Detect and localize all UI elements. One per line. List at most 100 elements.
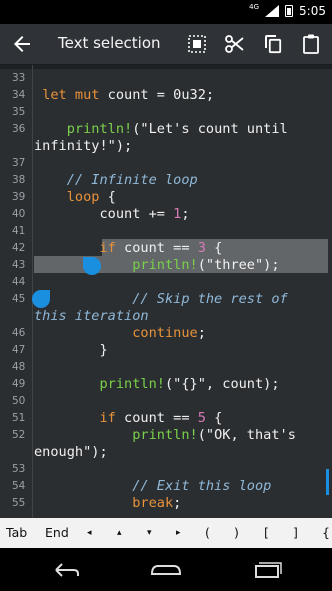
code-line[interactable]: infinity!"); (0, 138, 332, 155)
code-line[interactable]: 33 (0, 70, 332, 87)
code-line[interactable]: 39 loop { (0, 189, 332, 206)
line-number: 34 (12, 89, 26, 101)
line-number: 48 (12, 361, 26, 373)
code-line[interactable]: 42 if count == 3 { (0, 240, 332, 257)
editor-top-strip (0, 65, 332, 69)
network-type-label: 4G (249, 3, 260, 11)
line-code: loop { (34, 189, 116, 206)
extra-keys-bar: Tab End ◂ ▴ ▾ ▸ () [] { (0, 518, 332, 548)
select-all-icon[interactable] (185, 32, 209, 56)
extra-key[interactable]: ▾ (147, 528, 152, 538)
code-token: infinity!"); (34, 138, 133, 154)
code-token: loop (66, 189, 100, 205)
line-number: 50 (12, 395, 26, 407)
extra-key[interactable]: [ (264, 525, 269, 540)
extra-key[interactable]: ▸ (176, 528, 181, 538)
code-line[interactable]: 38 // Infinite loop (0, 172, 332, 189)
extra-key[interactable]: { (322, 525, 330, 540)
code-line[interactable]: 55 break; (0, 495, 332, 512)
extra-key[interactable]: ] (293, 525, 298, 540)
line-number: 53 (12, 463, 26, 475)
code-token: ("three"); (197, 257, 280, 273)
code-line[interactable]: enough"); (0, 444, 332, 461)
line-number: 41 (12, 225, 26, 237)
page-title: Text selection (58, 34, 161, 52)
line-code: let mut count = 0u32; (34, 87, 214, 104)
code-token: println! (99, 376, 165, 392)
signal-icon (265, 5, 280, 17)
code-line[interactable]: 50 (0, 393, 332, 410)
status-bar: 4G 5:05 (0, 0, 332, 24)
nav-back-icon[interactable] (48, 560, 84, 580)
line-number: 46 (12, 327, 26, 339)
code-token: this iteration (34, 308, 149, 324)
line-code: if count == 5 { (34, 410, 222, 427)
code-line[interactable]: 52 println!("OK, that's (0, 427, 332, 444)
line-number: 40 (12, 208, 26, 220)
copy-icon[interactable] (261, 32, 285, 56)
code-line[interactable]: this iteration (0, 308, 332, 325)
line-code: enough"); (34, 444, 108, 461)
code-token: ; (197, 325, 206, 341)
scrollbar-thumb[interactable] (326, 469, 329, 495)
code-line[interactable]: 49 println!("{}", count); (0, 376, 332, 393)
line-code: if count == 3 { (34, 240, 222, 257)
code-line[interactable]: 36 println!("Let's count until (0, 121, 332, 138)
code-token: ; (173, 495, 182, 511)
extra-key[interactable]: ( (205, 525, 210, 540)
code-token: println! (66, 121, 133, 137)
line-number: 51 (12, 412, 26, 424)
extra-key[interactable]: ▴ (117, 528, 122, 538)
extra-key[interactable]: Tab (6, 525, 27, 540)
code-token: // Exit this loop (132, 478, 272, 494)
code-line[interactable]: 43 println!("three"); (0, 257, 332, 274)
code-token: println! (132, 257, 198, 273)
code-line[interactable]: 48 (0, 359, 332, 376)
code-token: println! (132, 427, 198, 443)
cut-icon[interactable] (223, 32, 247, 56)
code-line[interactable]: 53 (0, 461, 332, 478)
extra-key[interactable]: ◂ (87, 528, 92, 538)
line-number: 54 (12, 480, 26, 492)
code-editor[interactable]: 33 34 let mut count = 0u32; 35 36 println!(… (0, 65, 332, 518)
extra-key[interactable]: End (45, 525, 69, 540)
line-number: 52 (12, 429, 26, 441)
code-line[interactable]: 54 // Exit this loop (0, 478, 332, 495)
line-code: println!("Let's count until (34, 121, 288, 138)
line-number: 45 (12, 293, 26, 305)
code-token: count = 0u32; (99, 87, 215, 103)
nav-recents-icon[interactable] (250, 560, 286, 580)
selection-start-handle[interactable] (83, 257, 101, 275)
paste-icon[interactable] (299, 32, 323, 56)
back-icon[interactable] (10, 32, 34, 56)
line-code: // Infinite loop (34, 172, 198, 189)
code-line[interactable]: 41 (0, 223, 332, 240)
line-number: 49 (12, 378, 26, 390)
code-token: ("{}", count); (164, 376, 280, 392)
code-token: 3 (197, 240, 206, 256)
code-line[interactable]: 47 } (0, 342, 332, 359)
line-number: 55 (12, 497, 26, 509)
extra-key[interactable]: ) (234, 525, 239, 540)
line-number: 33 (12, 72, 26, 84)
selection-end-handle[interactable] (32, 290, 50, 308)
line-number: 39 (12, 191, 26, 203)
code-line[interactable]: 44 (0, 274, 332, 291)
code-line[interactable]: 40 count += 1; (0, 206, 332, 223)
code-line[interactable]: 46 continue; (0, 325, 332, 342)
code-line[interactable]: 37 (0, 155, 332, 172)
line-code: this iteration (34, 308, 149, 325)
code-line[interactable]: 51 if count == 5 { (0, 410, 332, 427)
code-token: break (132, 495, 174, 511)
code-token: count == (115, 240, 198, 256)
code-line[interactable]: 35 (0, 104, 332, 121)
navigation-bar (0, 548, 332, 591)
code-line[interactable]: 34 let mut count = 0u32; (0, 87, 332, 104)
code-token: { (205, 410, 223, 426)
nav-home-icon[interactable] (148, 560, 184, 580)
